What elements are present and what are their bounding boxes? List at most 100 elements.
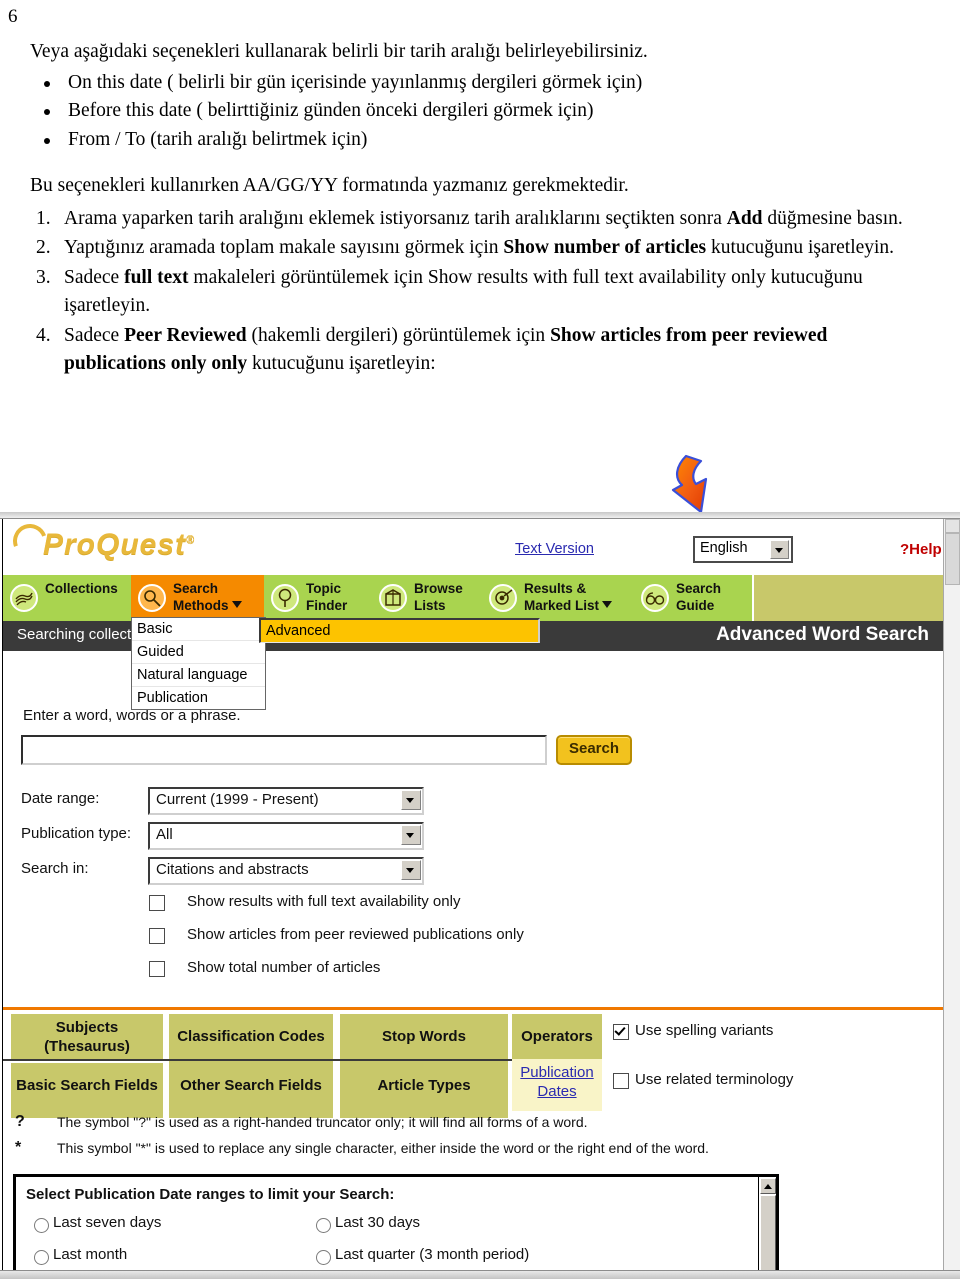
publication-type-value: All [156,826,173,843]
menu-item-natural-language[interactable]: Natural language [132,664,265,687]
tab-label-line2: (Thesaurus) [44,1038,130,1055]
radio-last-month[interactable] [34,1250,49,1265]
tab-label: Article Types [377,1077,471,1094]
chevron-down-icon[interactable] [401,860,421,880]
search-methods-dropdown[interactable]: Basic Guided Advanced Natural language P… [131,617,540,710]
nav-tab-label: Browse Lists [414,581,463,613]
search-in-value: Citations and abstracts [156,861,309,878]
list-item: Arama yaparken tarih aralığını eklemek i… [36,205,903,233]
nav-tab-label: Collections [45,581,118,596]
trademark-symbol: ® [186,534,196,546]
radio-label: Last seven days [53,1214,162,1231]
page-title: Advanced Word Search [716,624,929,645]
tab-label-line1: Publication [520,1064,594,1081]
menu-item-publication[interactable]: Publication [132,687,265,709]
page-number: 6 [8,6,18,27]
radio-last-seven-days[interactable] [34,1218,49,1233]
search-in-select[interactable]: Citations and abstracts [148,857,424,885]
menu-item-advanced[interactable]: Advanced [259,618,540,643]
nav-tab-results-marked-list[interactable]: Results & Marked List [482,575,636,621]
magnifier-icon [138,584,166,612]
bullet-list: On this date ( belirli bir gün içerisind… [30,69,930,155]
nav-tab-search-methods[interactable]: Search Methods [131,575,266,621]
proquest-screenshot: ProQuest® Text Version English ?Help Col… [0,512,960,1279]
nav-tab-collections[interactable]: Collections [3,575,133,621]
publication-date-ranges-panel: Select Publication Date ranges to limit … [13,1174,779,1277]
format-note: Bu seçenekleri kullanırken AA/GG/YY form… [30,175,629,196]
menu-item-basic[interactable]: Basic [132,618,265,641]
radio-label: Last month [53,1246,128,1263]
tab-label-line2: Dates [537,1083,577,1100]
tab-label: Other Search Fields [180,1077,322,1094]
tab-publication-dates[interactable]: Publication Dates [512,1059,602,1111]
chevron-down-icon[interactable] [770,540,789,559]
nav-tab-browse-lists[interactable]: Browse Lists [372,575,484,621]
chevron-down-icon[interactable] [401,790,421,810]
language-select[interactable]: English [693,536,793,563]
radio-label: Last 30 days [335,1214,421,1231]
search-input[interactable] [21,735,547,765]
logo-text: ProQuest [43,528,187,561]
glasses-icon [641,584,669,612]
tab-basic-search-fields[interactable]: Basic Search Fields [11,1063,163,1118]
help-link[interactable]: ?Help [900,541,942,558]
date-ranges-title: Select Publication Date ranges to limit … [26,1186,395,1203]
chevron-down-icon [231,601,242,608]
checkbox-icon[interactable] [613,1073,629,1089]
publication-type-label: Publication type: [21,825,132,842]
search-in-label: Search in: [21,860,89,877]
scrollbar-thumb[interactable] [760,1195,776,1277]
lead-paragraph: Veya aşağıdaki seçenekleri kullanarak be… [30,41,648,62]
scrollbar-thumb[interactable] [945,533,960,585]
text-version-link[interactable]: Text Version [515,541,594,557]
checkbox-icon[interactable] [613,1024,629,1040]
tab-label: Operators [521,1028,593,1045]
list-item: Before this date ( belirttiğiniz günden … [44,97,930,126]
checkbox-icon[interactable] [149,895,165,911]
checkbox-label: Show results with full text availability… [187,893,461,910]
checkbox-icon[interactable] [149,928,165,944]
date-range-select[interactable]: Current (1999 - Present) [148,787,424,815]
menu-item-guided[interactable]: Guided [132,641,265,664]
curved-down-arrow-icon [660,452,730,518]
radio-last-quarter[interactable] [316,1250,331,1265]
date-range-label: Date range: [21,790,100,807]
brand-header: ProQuest® Text Version English ?Help [3,519,943,575]
symbol-note-text: This symbol "*" is used to replace any s… [57,1140,709,1156]
checkbox-label: Show articles from peer reviewed publica… [187,926,524,943]
tab-subjects-thesaurus[interactable]: Subjects (Thesaurus) [11,1014,163,1060]
publication-type-select[interactable]: All [148,822,424,850]
panel-scrollbar[interactable] [758,1177,776,1277]
tab-other-search-fields[interactable]: Other Search Fields [169,1063,333,1118]
tab-label-line1: Subjects [55,1019,119,1036]
search-tool-tabs: Subjects (Thesaurus) Classification Code… [3,1010,943,1118]
window-top-edge [0,512,960,519]
tab-label: Classification Codes [177,1028,325,1045]
radio-last-30-days[interactable] [316,1218,331,1233]
nav-tab-search-guide[interactable]: Search Guide [634,575,754,621]
nav-tab-label: Results & Marked List [524,580,613,614]
tree-icon [271,584,299,612]
numbered-steps: Arama yaparken tarih aralığını eklemek i… [30,205,930,379]
tab-article-types[interactable]: Article Types [340,1063,508,1118]
checkbox-label: Use related terminology [635,1071,794,1088]
list-item: Sadece Peer Reviewed (hakemli dergileri)… [36,322,828,375]
chevron-down-icon[interactable] [401,825,421,845]
scroll-up-arrow-icon[interactable] [760,1178,776,1194]
search-button[interactable]: Search [556,735,632,765]
list-item: Yaptığınız aramada toplam makale sayısın… [36,234,895,262]
tab-label: Stop Words [382,1028,466,1045]
browser-scrollbar[interactable] [943,519,960,1277]
tab-label: Basic Search Fields [16,1077,158,1094]
nav-tab-label: Topic Finder [306,581,348,613]
scroll-up-arrow-icon[interactable] [945,519,960,533]
asterisk-symbol: * [15,1139,22,1156]
chevron-down-icon [602,601,613,608]
date-range-value: Current (1999 - Present) [156,791,319,808]
nav-tab-topic-finder[interactable]: Topic Finder [264,575,374,621]
radio-label: Last quarter (3 month period) [335,1246,530,1263]
question-mark-symbol: ? [15,1113,25,1130]
checkbox-icon[interactable] [149,961,165,977]
browser-viewport: ProQuest® Text Version English ?Help Col… [2,519,944,1278]
